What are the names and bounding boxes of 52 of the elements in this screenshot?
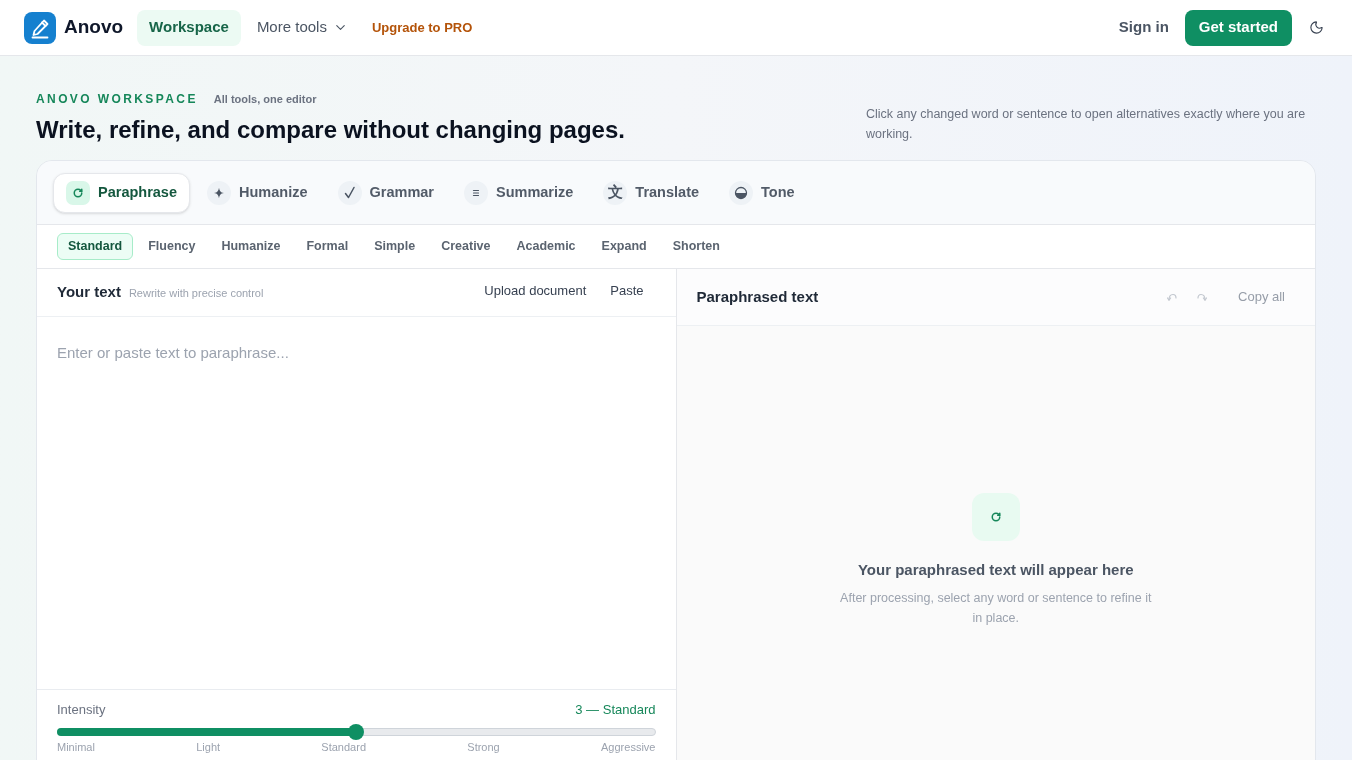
tick-label: Aggressive [601, 739, 656, 754]
sparkle-icon [207, 180, 231, 205]
redo-icon [1197, 293, 1208, 301]
tool-tab[interactable]: Humanize [194, 172, 321, 213]
empty-state-title: Your paraphrased text will appear here [857, 560, 1134, 581]
eyebrow-label: ANOVO WORKSPACE [36, 91, 198, 108]
moon-icon [1308, 20, 1324, 35]
panel-title: Paraphrased text [696, 286, 819, 307]
mode-tab[interactable]: Fluency [137, 233, 207, 260]
tool-tab[interactable]: Grammar [324, 172, 447, 213]
tick-label: Light [196, 739, 221, 754]
toolbar-button[interactable]: Paste [598, 276, 656, 305]
mode-tab[interactable]: Formal [295, 233, 360, 260]
empty-state-text: After processing, select any word or sentence to refine it in place. [839, 589, 1153, 627]
glyph-icon: 文 [603, 180, 628, 205]
undo-icon [1167, 293, 1178, 301]
intensity-slider[interactable] [57, 723, 656, 740]
intensity-value: 3 — Standard [575, 701, 656, 719]
brand-name: Anovo [64, 15, 124, 40]
panel-title: Your text [57, 282, 121, 303]
logo-icon [24, 11, 56, 44]
tool-tab[interactable]: Summarize [451, 172, 587, 213]
tick-label: Strong [467, 739, 500, 754]
tool-tab[interactable]: 文 Translate [590, 172, 713, 213]
panel-subtitle: Rewrite with precise control [128, 286, 264, 302]
tick-label: Minimal [57, 739, 95, 754]
sign-in-link[interactable]: Sign in [1118, 16, 1169, 39]
upgrade-link[interactable]: Upgrade to PRO [371, 17, 473, 38]
hint-text: Click any changed word or sentence to open alternatives exactly where you are working. [866, 106, 1307, 143]
intensity-label: Intensity [57, 701, 106, 719]
mode-tab[interactable]: Academic [505, 233, 587, 260]
tool-tab[interactable]: Paraphrase [53, 172, 190, 213]
cycle-icon [971, 493, 1020, 542]
mode-tab[interactable]: Humanize [210, 233, 292, 260]
mode-tab[interactable]: Expand [590, 233, 658, 260]
page-title: Write, refine, and compare without changing pages. [36, 115, 625, 145]
toolbar-button[interactable]: Upload document [472, 276, 599, 305]
more-tools-menu[interactable]: More tools [244, 9, 360, 46]
tool-tab[interactable]: Tone [716, 172, 808, 213]
mode-tab[interactable]: Simple [363, 233, 427, 260]
check-icon [337, 180, 362, 205]
nav-link[interactable]: Workspace [137, 9, 241, 46]
slider-thumb[interactable] [348, 723, 365, 740]
tagline: All tools, one editor [213, 92, 317, 107]
cycle-icon [66, 180, 90, 205]
get-started-button[interactable]: Get started [1184, 9, 1292, 46]
tick-label: Standard [321, 739, 366, 754]
lines-icon [464, 180, 488, 205]
mode-tab[interactable]: Shorten [661, 233, 731, 260]
mode-tab[interactable]: Creative [430, 233, 502, 260]
mode-tab[interactable]: Standard [57, 233, 134, 260]
input-field[interactable]: Enter or paste text to paraphrase... [37, 317, 676, 690]
